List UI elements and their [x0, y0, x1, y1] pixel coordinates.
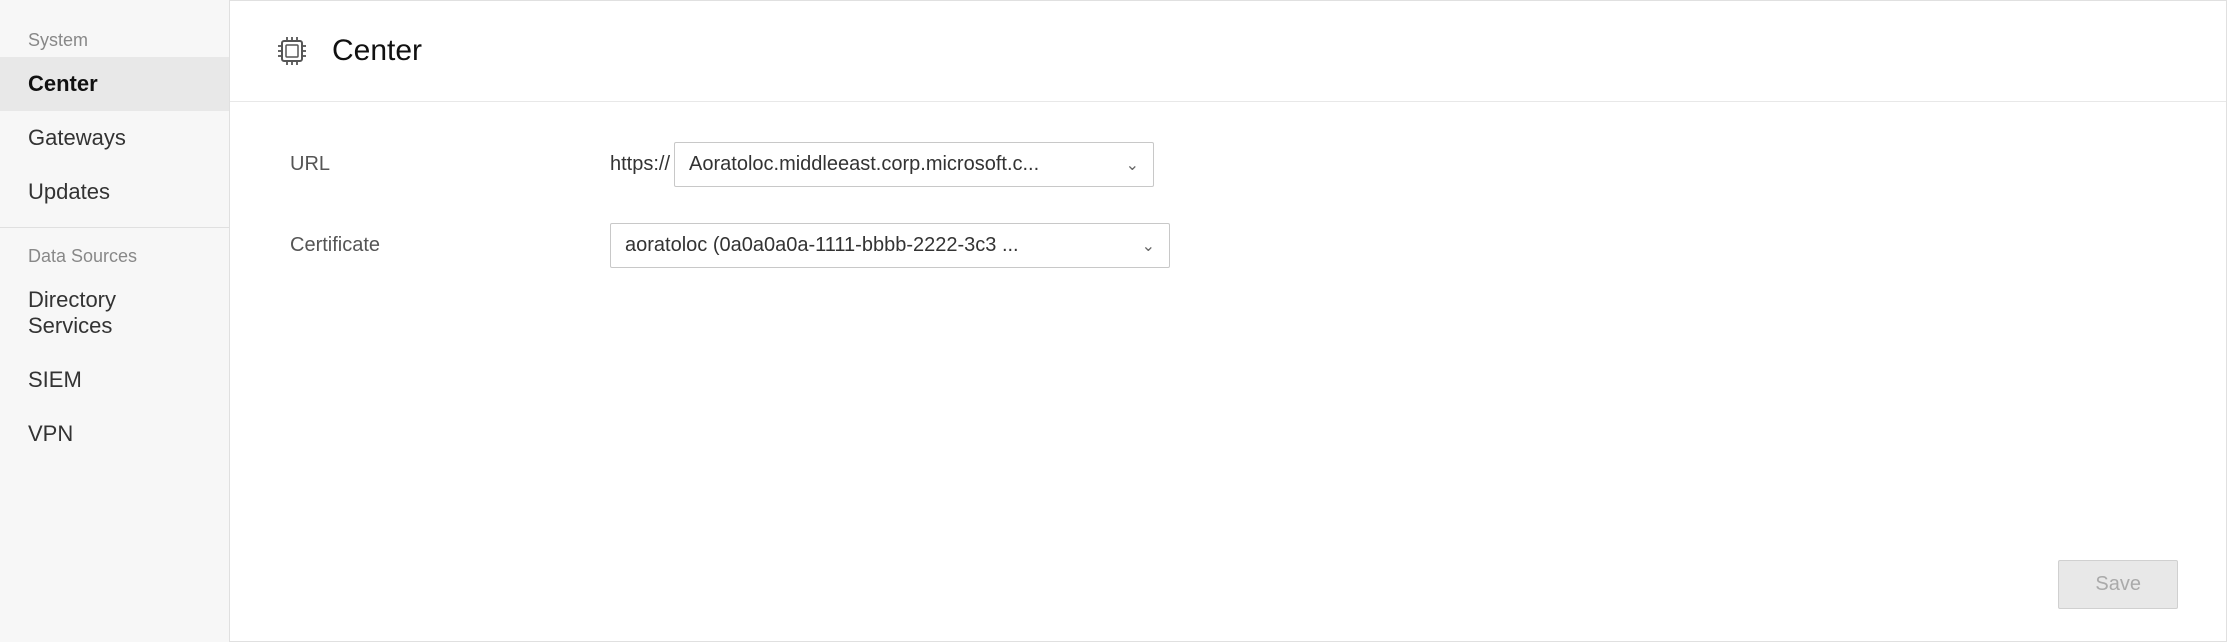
- url-prefix: https://: [610, 153, 670, 176]
- url-input-group: https:// Aoratoloc.middleeast.corp.micro…: [610, 142, 1154, 187]
- url-row: URL https:// Aoratoloc.middleeast.corp.m…: [290, 142, 2166, 187]
- sidebar-item-center[interactable]: Center: [0, 57, 229, 111]
- main-content: Center URL https:// Aoratoloc.middleeast…: [230, 0, 2227, 642]
- sidebar-item-siem-label: SIEM: [28, 367, 82, 392]
- save-button[interactable]: Save: [2058, 560, 2178, 609]
- system-section-label: System: [0, 20, 229, 57]
- page-header: Center: [230, 1, 2226, 102]
- cert-label: Certificate: [290, 234, 610, 257]
- save-button-container: Save: [2058, 560, 2178, 609]
- cert-dropdown[interactable]: aoratoloc (0a0a0a0a-1111-bbbb-2222-3c3 .…: [610, 223, 1170, 268]
- certificate-row: Certificate aoratoloc (0a0a0a0a-1111-bbb…: [290, 223, 2166, 268]
- chip-icon: [270, 29, 314, 73]
- datasources-section-label: Data Sources: [0, 236, 229, 273]
- sidebar: System Center Gateways Updates Data Sour…: [0, 0, 230, 642]
- cert-input-group: aoratoloc (0a0a0a0a-1111-bbbb-2222-3c3 .…: [610, 223, 1170, 268]
- page-title: Center: [332, 34, 422, 68]
- sidebar-item-updates-label: Updates: [28, 179, 110, 204]
- sidebar-item-gateways-label: Gateways: [28, 125, 126, 150]
- cert-dropdown-value: aoratoloc (0a0a0a0a-1111-bbbb-2222-3c3 .…: [625, 234, 1019, 257]
- sidebar-item-center-label: Center: [28, 71, 98, 96]
- url-label: URL: [290, 153, 610, 176]
- app-container: System Center Gateways Updates Data Sour…: [0, 0, 2227, 642]
- url-dropdown-value: Aoratoloc.middleeast.corp.microsoft.c...: [689, 153, 1039, 176]
- cert-dropdown-arrow: ⌄: [1142, 236, 1155, 256]
- sidebar-item-directory-services-label: Directory Services: [28, 287, 116, 338]
- sidebar-item-directory-services[interactable]: Directory Services: [0, 273, 229, 353]
- sidebar-item-vpn-label: VPN: [28, 421, 73, 446]
- sidebar-item-vpn[interactable]: VPN: [0, 407, 229, 461]
- sidebar-divider: [0, 227, 229, 228]
- form-area: URL https:// Aoratoloc.middleeast.corp.m…: [230, 102, 2226, 641]
- sidebar-item-siem[interactable]: SIEM: [0, 353, 229, 407]
- url-dropdown[interactable]: Aoratoloc.middleeast.corp.microsoft.c...…: [674, 142, 1154, 187]
- sidebar-item-updates[interactable]: Updates: [0, 165, 229, 219]
- sidebar-item-gateways[interactable]: Gateways: [0, 111, 229, 165]
- url-dropdown-arrow: ⌄: [1126, 155, 1139, 175]
